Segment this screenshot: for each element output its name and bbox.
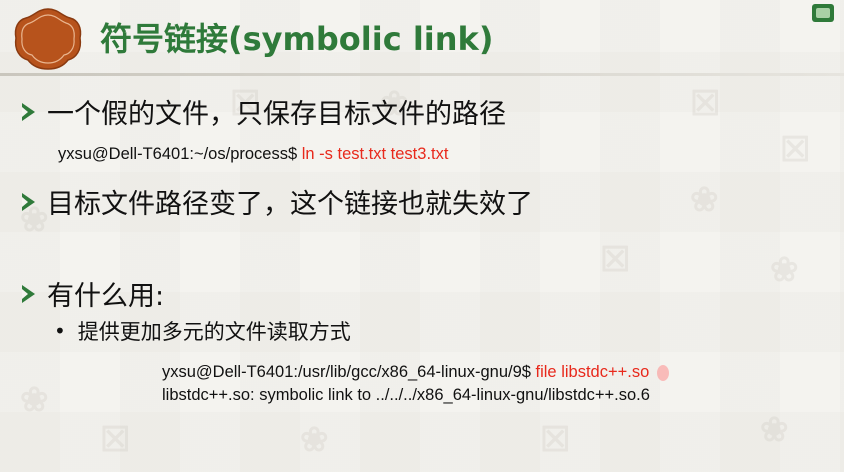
title-divider: [0, 73, 844, 76]
shell-prompt: yxsu@Dell-T6401:/usr/lib/gcc/x86_64-linu…: [162, 363, 536, 381]
arrow-bullet-icon: [22, 284, 35, 303]
bullet-text: 一个假的文件，只保存目标文件的路径: [47, 99, 506, 130]
shell-command: ln -s test.txt test3.txt: [301, 145, 449, 163]
decorative-emblem-icon: [14, 8, 82, 70]
sub-bullet-item: • 提供更加多元的文件读取方式: [54, 316, 351, 346]
dot-bullet-icon: •: [54, 319, 66, 343]
mouse-cursor-highlight: [657, 365, 669, 381]
bullet-item-1: 一个假的文件，只保存目标文件的路径: [22, 92, 506, 131]
command-line-2: yxsu@Dell-T6401:/usr/lib/gcc/x86_64-linu…: [162, 363, 649, 382]
slide: ☒ ❀ ☒ ☒ ❀ ❀ ☒ ❀ ❀ ☒ ❀ ☒ ❀ 符号链接(symbolic …: [0, 0, 844, 472]
shell-prompt: yxsu@Dell-T6401:~/os/process$: [58, 145, 302, 163]
command-line-1: yxsu@Dell-T6401:~/os/process$ ln -s test…: [58, 145, 448, 164]
bullet-item-2: 目标文件路径变了，这个链接也就失效了: [22, 182, 533, 221]
corner-logo-icon: [812, 4, 834, 22]
page-title: 符号链接(symbolic link): [100, 20, 494, 58]
bullet-text: 目标文件路径变了，这个链接也就失效了: [47, 189, 533, 220]
shell-command: file libstdc++.so: [535, 363, 650, 381]
arrow-bullet-icon: [22, 102, 35, 121]
bullet-item-3: 有什么用:: [22, 274, 164, 313]
arrow-bullet-icon: [22, 192, 35, 211]
sub-bullet-text: 提供更加多元的文件读取方式: [77, 320, 351, 344]
command-output: libstdc++.so: symbolic link to ../../../…: [162, 386, 650, 404]
bullet-text: 有什么用:: [47, 281, 165, 312]
